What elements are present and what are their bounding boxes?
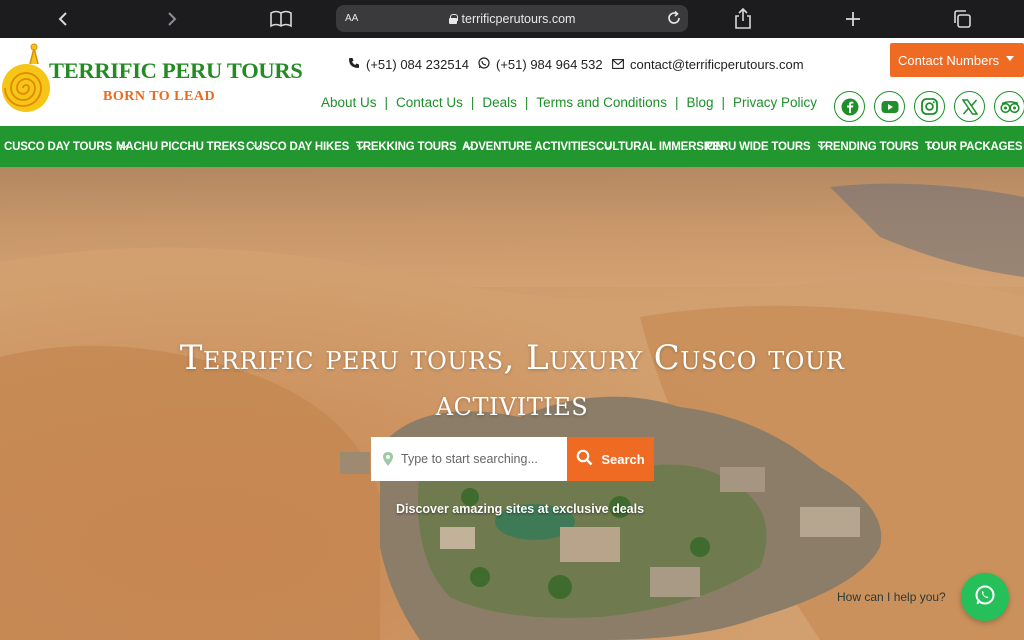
menu-label: TRENDING TOURS xyxy=(818,140,919,153)
new-tab-icon[interactable] xyxy=(840,6,866,32)
whatsapp-contact[interactable]: (+51) 984 964 532 xyxy=(478,57,603,72)
nav-deals[interactable]: Deals xyxy=(482,95,517,110)
menu-label: CUSCO DAY HIKES xyxy=(246,140,350,153)
back-chevron-icon[interactable] xyxy=(50,6,76,32)
nav-separator: | xyxy=(470,95,475,110)
email-address: contact@terrificperutours.com xyxy=(630,57,804,72)
spiral-logo-icon[interactable] xyxy=(0,42,56,122)
contact-numbers-label: Contact Numbers xyxy=(898,52,1000,68)
search-field[interactable] xyxy=(371,437,567,481)
search-button[interactable]: Search xyxy=(567,437,654,481)
phone-contact[interactable]: (+51) 084 232514 xyxy=(348,57,469,72)
nav-separator: | xyxy=(524,95,529,110)
menu-machu-picchu-treks[interactable]: MACHU PICCHU TREKS xyxy=(116,126,261,167)
search-button-label: Search xyxy=(601,451,645,467)
menu-cusco-day-tours[interactable]: CUSCO DAY TOURS xyxy=(4,126,129,167)
whatsapp-chat-button[interactable] xyxy=(961,573,1009,621)
site-header: TERRIFIC PERU TOURS BORN TO LEAD (+51) 0… xyxy=(0,38,1024,126)
menu-label: MACHU PICCHU TREKS xyxy=(116,140,245,153)
menu-adventure-activities[interactable]: ADVENTURE ACTIVITIES xyxy=(462,126,612,167)
nav-about-us[interactable]: About Us xyxy=(321,95,377,110)
forward-chevron-icon[interactable] xyxy=(159,6,185,32)
bookmarks-icon[interactable] xyxy=(268,6,294,32)
contact-numbers-button[interactable]: Contact Numbers xyxy=(890,43,1024,77)
brand-name[interactable]: TERRIFIC PERU TOURS xyxy=(49,58,303,84)
facebook-icon[interactable] xyxy=(834,91,865,122)
menu-label: TOUR PACKAGES xyxy=(925,140,1023,153)
instagram-icon[interactable] xyxy=(914,91,945,122)
whatsapp-icon xyxy=(973,583,997,612)
menu-label: ADVENTURE ACTIVITIES xyxy=(462,140,596,153)
nav-blog[interactable]: Blog xyxy=(686,95,713,110)
nav-privacy-policy[interactable]: Privacy Policy xyxy=(733,95,817,110)
address-bar[interactable]: AA terrificperutours.com xyxy=(336,5,688,32)
reload-icon[interactable] xyxy=(666,10,682,29)
email-contact[interactable]: contact@terrificperutours.com xyxy=(612,57,804,72)
share-icon[interactable] xyxy=(730,6,756,32)
nav-separator: | xyxy=(384,95,389,110)
lock-icon xyxy=(448,13,458,24)
phone-number: (+51) 084 232514 xyxy=(366,57,470,72)
nav-terms[interactable]: Terms and Conditions xyxy=(536,95,667,110)
whatsapp-number: (+51) 984 964 532 xyxy=(496,57,603,72)
phone-icon xyxy=(348,57,360,72)
hero-title: Terrific peru tours, Luxury Cusco tour a… xyxy=(0,335,1024,427)
tabs-icon[interactable] xyxy=(949,6,975,32)
whatsapp-small-icon xyxy=(478,57,490,72)
search-bar: Search xyxy=(371,437,654,481)
search-icon xyxy=(576,449,593,469)
hero-title-line2: activities xyxy=(435,384,589,424)
hero-title-line1: Terrific peru tours, Luxury Cusco tour xyxy=(179,338,845,378)
search-input[interactable] xyxy=(401,452,561,466)
map-pin-icon xyxy=(383,452,393,466)
brand-tagline: BORN TO LEAD xyxy=(103,89,216,104)
hero-banner: Terrific peru tours, Luxury Cusco tour a… xyxy=(0,167,1024,640)
menu-peru-wide-tours[interactable]: PERU WIDE TOURS xyxy=(705,126,827,167)
tripadvisor-icon[interactable] xyxy=(994,91,1024,122)
envelope-icon xyxy=(612,57,624,72)
nav-contact-us[interactable]: Contact Us xyxy=(396,95,463,110)
menu-label: TREKKING TOURS xyxy=(356,140,457,153)
menu-tour-packages[interactable]: TOUR PACKAGES xyxy=(925,126,1024,167)
top-nav: About Us | Contact Us | Deals | Terms an… xyxy=(321,95,817,110)
menu-trekking-tours[interactable]: TREKKING TOURS xyxy=(356,126,473,167)
browser-toolbar: AA terrificperutours.com xyxy=(0,0,1024,38)
youtube-icon[interactable] xyxy=(874,91,905,122)
caret-down-icon xyxy=(1006,56,1014,61)
menu-label: CUSCO DAY TOURS xyxy=(4,140,112,153)
nav-separator: | xyxy=(674,95,679,110)
menu-label: PERU WIDE TOURS xyxy=(705,140,811,153)
main-menu: CUSCO DAY TOURS MACHU PICCHU TREKS CUSCO… xyxy=(0,126,1024,167)
hero-subtitle: Discover amazing sites at exclusive deal… xyxy=(396,502,645,516)
menu-cusco-day-hikes[interactable]: CUSCO DAY HIKES xyxy=(246,126,366,167)
help-prompt[interactable]: How can I help you? xyxy=(837,590,946,604)
menu-trending-tours[interactable]: TRENDING TOURS xyxy=(818,126,935,167)
nav-separator: | xyxy=(721,95,726,110)
x-icon[interactable] xyxy=(954,91,985,122)
url-text: terrificperutours.com xyxy=(461,11,576,26)
